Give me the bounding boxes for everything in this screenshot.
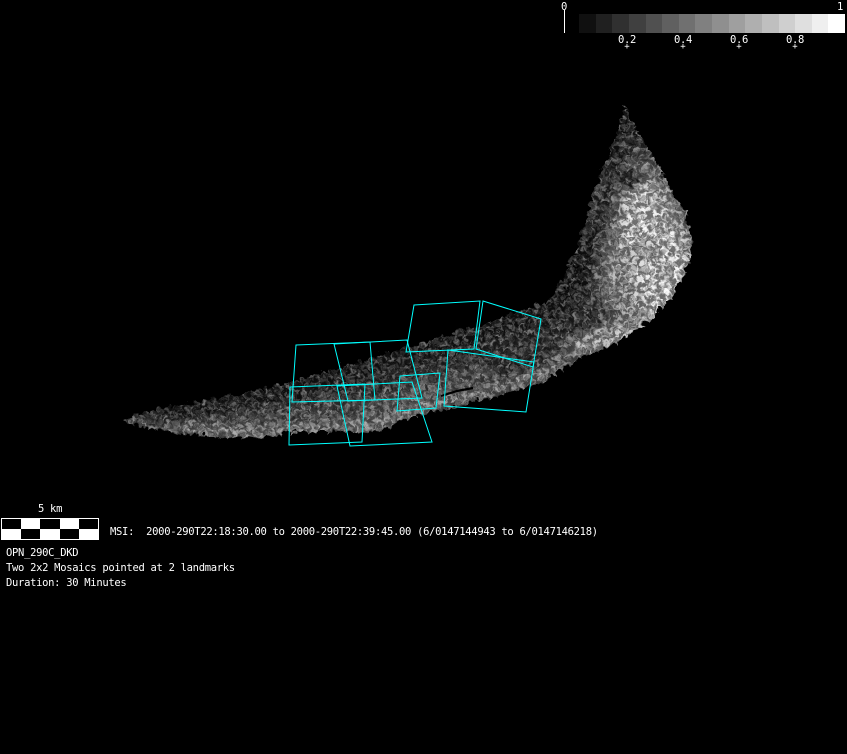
- colorbar-step: [779, 14, 796, 33]
- colorbar-step: [745, 14, 762, 33]
- colorbar-zero-tick: [564, 10, 565, 33]
- colorbar-step: [579, 14, 596, 33]
- sequence-id: OPN_290C_DKD: [6, 548, 78, 559]
- colorbar-step: [695, 14, 712, 33]
- scalebar: [1, 518, 99, 540]
- scalebar-cell: [21, 529, 40, 539]
- scalebar-cell: [60, 519, 79, 529]
- colorbar-gradient: [579, 14, 845, 33]
- colorbar-step: [812, 14, 829, 33]
- colorbar-step: [629, 14, 646, 33]
- scalebar-cell: [40, 529, 59, 539]
- scalebar-cell: [79, 519, 98, 529]
- colorbar-tick-mark: +: [624, 43, 629, 52]
- colorbar-step: [729, 14, 746, 33]
- colorbar-max-label: 1: [837, 2, 843, 13]
- colorbar-step: [596, 14, 613, 33]
- colorbar-step: [662, 14, 679, 33]
- colorbar-step: [712, 14, 729, 33]
- asteroid-scene: [0, 0, 847, 754]
- colorbar-tick-mark: +: [792, 43, 797, 52]
- scalebar-cell: [2, 529, 21, 539]
- status-line: MSI: 2000-290T22:18:30.00 to 2000-290T22…: [110, 527, 598, 538]
- scalebar-label: 5 km: [38, 504, 62, 515]
- asteroid-image: [100, 90, 714, 460]
- scalebar-cell: [79, 529, 98, 539]
- opnav-planning-display: 0 1 0.2+0.4+0.6+0.8+ 5 km MSI: 2000-290T…: [0, 0, 847, 754]
- surface-texture-dark: [100, 90, 710, 460]
- colorbar-tick-mark: +: [680, 43, 685, 52]
- scalebar-cell: [21, 519, 40, 529]
- colorbar-step: [679, 14, 696, 33]
- colorbar-step: [795, 14, 812, 33]
- sequence-description: Two 2x2 Mosaics pointed at 2 landmarks: [6, 563, 235, 574]
- scalebar-cell: [60, 529, 79, 539]
- colorbar-step: [762, 14, 779, 33]
- colorbar-step: [828, 14, 845, 33]
- colorbar-step: [646, 14, 663, 33]
- scalebar-cell: [2, 519, 21, 529]
- colorbar-tick-mark: +: [736, 43, 741, 52]
- colorbar-step: [612, 14, 629, 33]
- sequence-duration: Duration: 30 Minutes: [6, 578, 126, 589]
- scalebar-cell: [40, 519, 59, 529]
